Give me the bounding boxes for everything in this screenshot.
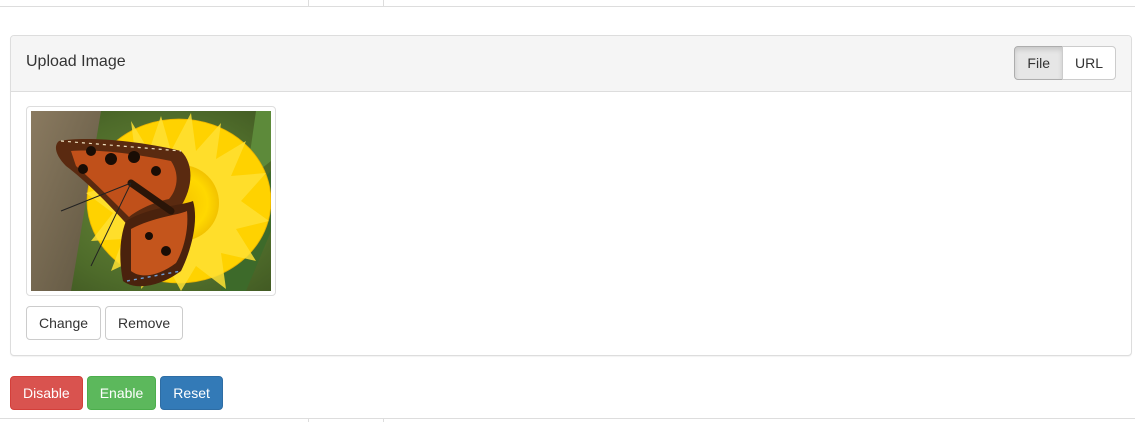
change-image-button[interactable]: Change (26, 306, 102, 340)
reset-button[interactable]: Reset (160, 376, 223, 410)
enable-button[interactable]: Enable (86, 376, 157, 410)
file-actions: Change Remove (26, 306, 184, 340)
upload-image-panel: Upload Image File URL Change Remove (10, 35, 1132, 356)
panel-title: Upload Image (26, 53, 126, 70)
form-actions: Disable Enable Reset (10, 376, 223, 410)
table-top-border (0, 0, 1135, 7)
page: Upload Image File URL Change Remove Disa… (0, 0, 1135, 422)
image-preview-thumbnail (26, 106, 276, 296)
disable-button[interactable]: Disable (10, 376, 83, 410)
url-source-button[interactable]: URL (1061, 46, 1116, 80)
panel-heading: Upload Image File URL (11, 36, 1131, 92)
table-column-divider (383, 0, 384, 6)
table-bottom-border (0, 418, 1135, 422)
table-column-divider (308, 0, 309, 6)
source-toggle-group: File URL (1014, 46, 1116, 80)
file-source-button[interactable]: File (1014, 46, 1063, 80)
remove-image-button[interactable]: Remove (105, 306, 184, 340)
butterfly-image (31, 111, 271, 291)
